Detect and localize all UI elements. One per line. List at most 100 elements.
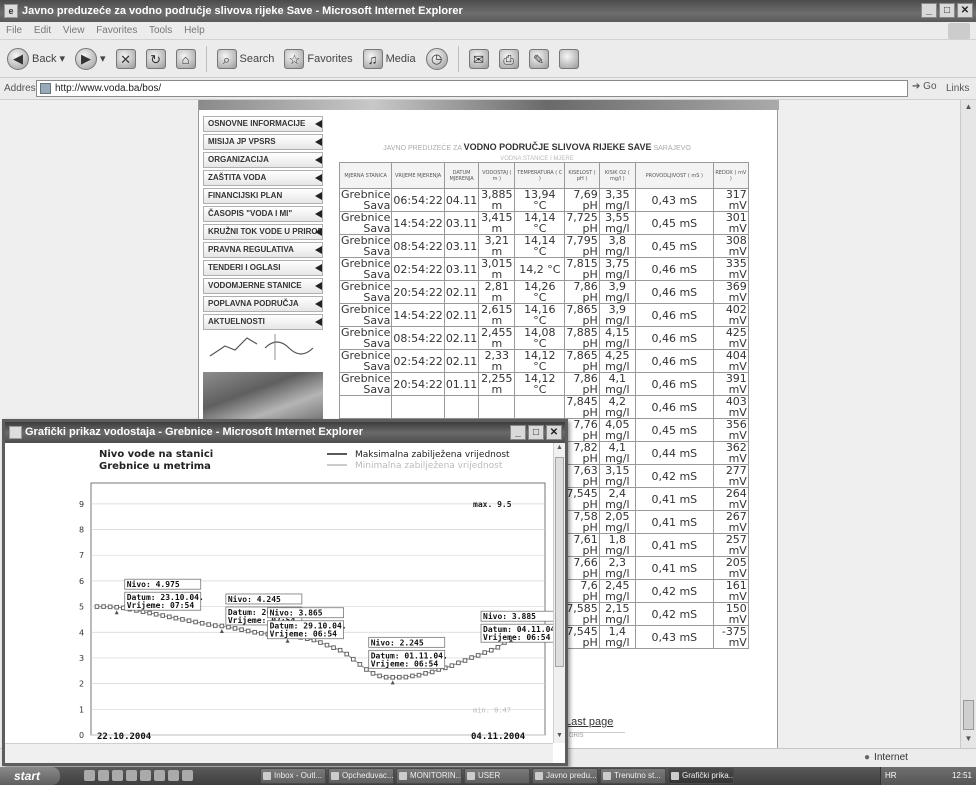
- data-point: [101, 604, 106, 609]
- scroll-up-icon[interactable]: ▲: [963, 102, 974, 113]
- home-button[interactable]: ⌂: [173, 45, 199, 73]
- links-button[interactable]: Links: [946, 83, 969, 94]
- popup-scrollbar[interactable]: ▲ ▼: [553, 443, 565, 743]
- popup-minimize-button[interactable]: _: [510, 425, 526, 440]
- stop-button[interactable]: ✕: [113, 45, 139, 73]
- back-button[interactable]: ◀ Back ▾: [4, 45, 68, 73]
- start-button[interactable]: start: [0, 767, 60, 785]
- ph-cell: 7,61 pH: [564, 533, 600, 557]
- station-cell: Grebnice Sava: [338, 234, 393, 258]
- redox-cell: 264 mV: [712, 487, 749, 511]
- refresh-button[interactable]: ↻: [143, 45, 169, 73]
- print-button[interactable]: ⎙: [496, 45, 522, 73]
- oxygen-cell: 3,9 mg/l: [598, 303, 636, 327]
- ph-cell: 7,545 pH: [564, 625, 600, 649]
- taskbar-button[interactable]: Opcheduvac...: [328, 768, 394, 784]
- temperature-cell: 14,14 °C: [514, 234, 566, 258]
- scroll-thumb[interactable]: [963, 700, 974, 730]
- taskbar-button[interactable]: MONITORIN...: [396, 768, 462, 784]
- edit-icon: ✎: [528, 48, 549, 69]
- taskbar-button[interactable]: Trenutno st...: [600, 768, 666, 784]
- minimize-button[interactable]: _: [921, 3, 937, 18]
- nav-item[interactable]: ZAŠTITA VODA: [203, 170, 323, 186]
- stop-icon: ✕: [115, 48, 136, 69]
- popup-maximize-button[interactable]: □: [528, 425, 544, 440]
- window-title-bar[interactable]: e Javno preduzeće za vodno područje sliv…: [0, 0, 976, 22]
- taskbar-button[interactable]: Inbox - Outl...: [260, 768, 326, 784]
- quicklaunch-outlook-icon[interactable]: [112, 770, 123, 781]
- oxygen-cell: 4,25 mg/l: [598, 349, 636, 373]
- quicklaunch-media-icon[interactable]: [126, 770, 137, 781]
- column-header: KISELOST ( pH ): [564, 162, 600, 189]
- go-button[interactable]: ➔ Go: [912, 81, 937, 92]
- menu-edit[interactable]: Edit: [34, 25, 51, 36]
- page-scrollbar[interactable]: ▲ ▼: [960, 100, 976, 748]
- nav-item[interactable]: KRUŽNI TOK VODE U PRIRODI: [203, 224, 323, 240]
- nav-item[interactable]: FINANCIJSKI PLAN: [203, 188, 323, 204]
- oxygen-cell: 2,45 mg/l: [598, 579, 636, 603]
- address-bar: Address http://www.voda.ba/bos/ ➔ Go Lin…: [0, 78, 976, 100]
- forward-button[interactable]: ▶ ▾: [72, 45, 109, 73]
- address-input[interactable]: http://www.voda.ba/bos/: [36, 80, 908, 97]
- y-tick-label: 3: [79, 654, 84, 663]
- back-dropdown-icon[interactable]: ▾: [59, 52, 65, 65]
- nav-item[interactable]: ČASOPIS "VODA I MI": [203, 206, 323, 222]
- forward-dropdown-icon[interactable]: ▾: [100, 52, 106, 65]
- time-cell: 14:54:22: [391, 211, 445, 235]
- quicklaunch-app-icon[interactable]: [182, 770, 193, 781]
- quicklaunch-excel-icon[interactable]: [154, 770, 165, 781]
- maximize-button[interactable]: □: [939, 3, 955, 18]
- nav-item[interactable]: PRAVNA REGULATIVA: [203, 242, 323, 258]
- conductivity-cell: 0,46 mS: [634, 326, 714, 350]
- nav-item[interactable]: TENDERI I OGLASI: [203, 260, 323, 276]
- conductivity-cell: 0,46 mS: [634, 303, 714, 327]
- nav-item[interactable]: OSNOVNE INFORMACIJE: [203, 116, 323, 132]
- popup-scroll-thumb[interactable]: [555, 457, 564, 667]
- taskbar-button[interactable]: Grafički prika...: [668, 768, 734, 784]
- taskbar-button[interactable]: Javno predu...: [532, 768, 598, 784]
- menu-view[interactable]: View: [63, 25, 85, 36]
- menu-tools[interactable]: Tools: [149, 25, 172, 36]
- history-button[interactable]: ◷: [423, 45, 451, 73]
- favorites-button[interactable]: ☆ Favorites: [281, 45, 355, 73]
- scroll-down-icon[interactable]: ▼: [963, 734, 974, 745]
- popup-scroll-up-icon[interactable]: ▲: [555, 444, 564, 453]
- last-page-link[interactable]: Last page: [565, 716, 613, 728]
- clock[interactable]: 12:51: [952, 767, 972, 785]
- popup-close-button[interactable]: ✕: [546, 425, 562, 440]
- menu-help[interactable]: Help: [184, 25, 205, 36]
- legend-min-label: Minimalna zabilježena vrijednost: [355, 461, 503, 471]
- column-header: MJERNA STANICA: [338, 162, 393, 189]
- ph-cell: 7,58 pH: [564, 510, 600, 534]
- nav-item[interactable]: VODOMJERNE STANICE: [203, 278, 323, 294]
- quicklaunch-desktop-icon[interactable]: [84, 770, 95, 781]
- table-header-row: MJERNA STANICA VRIJEME MJERENJA DATUM MJER…: [338, 162, 749, 189]
- data-point: [350, 656, 356, 662]
- x-start-label: 22.10.2004: [97, 732, 152, 742]
- quicklaunch-word-icon[interactable]: [140, 770, 151, 781]
- language-indicator[interactable]: HR: [885, 771, 897, 780]
- search-button[interactable]: ⌕ Search: [214, 45, 278, 73]
- mail-button[interactable]: ✉: [466, 45, 492, 73]
- media-button[interactable]: ♫ Media: [360, 45, 419, 73]
- column-header: PROVODLJIVOST ( mS ): [634, 162, 714, 189]
- nav-item[interactable]: ORGANIZACIJA: [203, 152, 323, 168]
- taskbar-button[interactable]: USER: [464, 768, 530, 784]
- date-cell: 03.11: [443, 211, 480, 235]
- discuss-button[interactable]: [556, 45, 582, 73]
- data-point: [377, 673, 382, 679]
- quicklaunch-folder-icon[interactable]: [168, 770, 179, 781]
- nav-item[interactable]: MISIJA JP VPSRS: [203, 134, 323, 150]
- quicklaunch-ie-icon[interactable]: [98, 770, 109, 781]
- edit-button[interactable]: ✎: [526, 45, 552, 73]
- redox-cell: 356 mV: [712, 418, 749, 442]
- menu-favorites[interactable]: Favorites: [96, 25, 137, 36]
- popup-title-bar[interactable]: Grafički prikaz vodostaja - Grebnice - M…: [5, 422, 565, 443]
- close-button[interactable]: ✕: [957, 3, 973, 18]
- conductivity-cell: 0,42 mS: [634, 464, 714, 488]
- data-point: [364, 667, 369, 672]
- menu-file[interactable]: File: [6, 25, 22, 36]
- popup-scroll-down-icon[interactable]: ▼: [555, 732, 564, 741]
- nav-item[interactable]: POPLAVNA PODRUČJA: [203, 296, 323, 312]
- redox-cell: 308 mV: [712, 234, 749, 258]
